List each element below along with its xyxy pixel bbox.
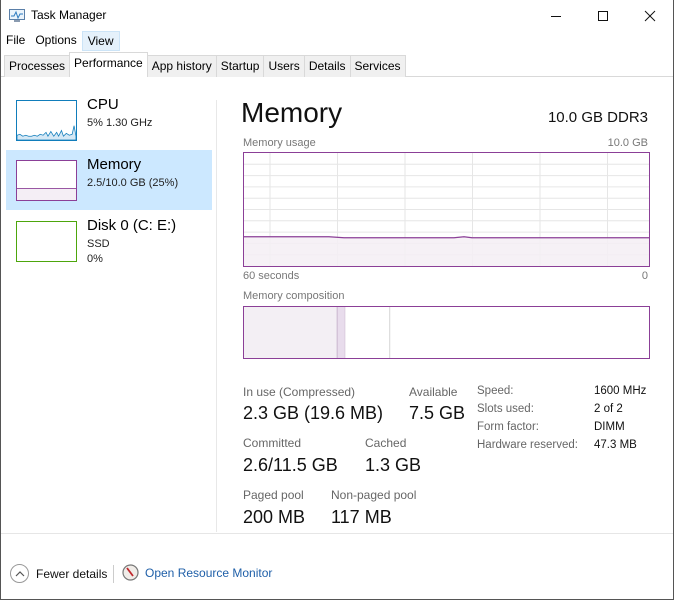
- minimize-icon: [551, 16, 561, 17]
- graph-time-left: 60 seconds: [243, 270, 300, 282]
- memory-usage-graph: [243, 152, 650, 267]
- close-button[interactable]: [627, 0, 673, 32]
- menu-view[interactable]: View: [81, 31, 120, 51]
- page-title: Memory: [241, 97, 343, 128]
- speed-label: Speed:: [477, 385, 514, 397]
- task-manager-app-icon: [9, 9, 25, 22]
- fewer-details-button[interactable]: Fewer details: [10, 564, 107, 583]
- disk-thumbnail-graph: [16, 221, 77, 262]
- cached-label: Cached: [365, 436, 407, 450]
- graph-time-right: 0: [641, 270, 648, 282]
- menu-bar: File Options View: [1, 31, 120, 51]
- sidebar-disk-type: SSD: [87, 238, 110, 250]
- sidebar-disk-usage: 0%: [87, 253, 103, 265]
- cpu-thumbnail-graph: [16, 100, 77, 141]
- in-use-label: In use (Compressed): [243, 385, 356, 399]
- tab-users[interactable]: Users: [263, 55, 305, 77]
- menu-options[interactable]: Options: [30, 31, 81, 51]
- paged-pool-label: Paged pool: [243, 488, 304, 502]
- task-manager-window: Task Manager File Options View Processes…: [0, 0, 674, 600]
- available-label: Available: [409, 385, 458, 399]
- tab-strip: Processes Performance App history Startu…: [4, 52, 406, 77]
- hardware-reserved-label: Hardware reserved:: [477, 439, 578, 451]
- form-factor-label: Form factor:: [477, 421, 539, 433]
- tab-performance[interactable]: Performance: [69, 52, 148, 77]
- memory-spec: 10.0 GB DDR3: [547, 109, 648, 126]
- paged-pool-value: 200 MB: [243, 507, 306, 527]
- open-resource-monitor-link[interactable]: Open Resource Monitor: [122, 564, 272, 581]
- committed-label: Committed: [243, 436, 302, 450]
- memory-usage-max: 10.0 GB: [607, 137, 648, 149]
- composition-free: [390, 307, 649, 358]
- sidebar-memory-usage: 2.5/10.0 GB (25%): [87, 177, 179, 189]
- sidebar-disk-title: Disk 0 (C: E:): [87, 217, 177, 234]
- memory-usage-label: Memory usage: [243, 137, 316, 149]
- sidebar-item-cpu[interactable]: CPU 5% 1.30 GHz: [6, 90, 212, 150]
- hardware-reserved-value: 47.3 MB: [594, 439, 637, 451]
- memory-thumbnail-graph: [16, 160, 77, 201]
- open-resource-monitor-label: Open Resource Monitor: [145, 565, 273, 580]
- sidebar-divider: [216, 100, 217, 532]
- in-use-value: 2.3 GB (19.6 MB): [243, 403, 384, 423]
- title-bar: Task Manager: [1, 0, 673, 32]
- tab-services[interactable]: Services: [349, 55, 406, 77]
- tab-processes[interactable]: Processes: [4, 55, 71, 77]
- resource-sidebar: CPU 5% 1.30 GHz Memory 2.5/10.0 GB (25%)…: [1, 78, 217, 533]
- sidebar-item-disk[interactable]: Disk 0 (C: E:) SSD 0%: [6, 211, 212, 271]
- nonpaged-pool-value: 117 MB: [331, 507, 392, 527]
- nonpaged-pool-label: Non-paged pool: [331, 488, 417, 502]
- sidebar-memory-title: Memory: [87, 156, 142, 173]
- sidebar-cpu-title: CPU: [87, 96, 119, 113]
- fewer-details-label: Fewer details: [36, 566, 108, 581]
- slots-used-label: Slots used:: [477, 403, 534, 415]
- close-icon: [644, 10, 656, 22]
- resource-monitor-icon: [122, 564, 139, 581]
- available-value: 7.5 GB: [409, 403, 466, 423]
- footer-separator: [113, 565, 114, 583]
- cached-value: 1.3 GB: [365, 455, 422, 475]
- footer-divider: [1, 533, 673, 534]
- memory-usage-area: [244, 236, 649, 266]
- tab-app-history[interactable]: App history: [146, 55, 217, 77]
- window-title: Task Manager: [31, 8, 107, 22]
- composition-in-use: [244, 307, 338, 358]
- composition-modified: [337, 307, 346, 358]
- slots-used-value: 2 of 2: [594, 403, 623, 415]
- chevron-up-icon: [10, 564, 29, 583]
- minimize-button[interactable]: [533, 0, 579, 32]
- memory-composition-label: Memory composition: [243, 290, 345, 302]
- maximize-icon: [598, 11, 608, 21]
- composition-standby: [345, 307, 390, 358]
- menu-file[interactable]: File: [1, 31, 30, 51]
- committed-value: 2.6/11.5 GB: [243, 455, 338, 475]
- tab-details[interactable]: Details: [303, 55, 351, 77]
- form-factor-value: DIMM: [594, 421, 625, 433]
- speed-value: 1600 MHz: [594, 385, 647, 397]
- sidebar-cpu-usage: 5% 1.30 GHz: [87, 117, 153, 129]
- sidebar-item-memory[interactable]: Memory 2.5/10.0 GB (25%): [6, 150, 212, 210]
- maximize-button[interactable]: [580, 0, 626, 32]
- memory-composition-bar: [243, 306, 650, 359]
- tab-startup[interactable]: Startup: [215, 55, 265, 77]
